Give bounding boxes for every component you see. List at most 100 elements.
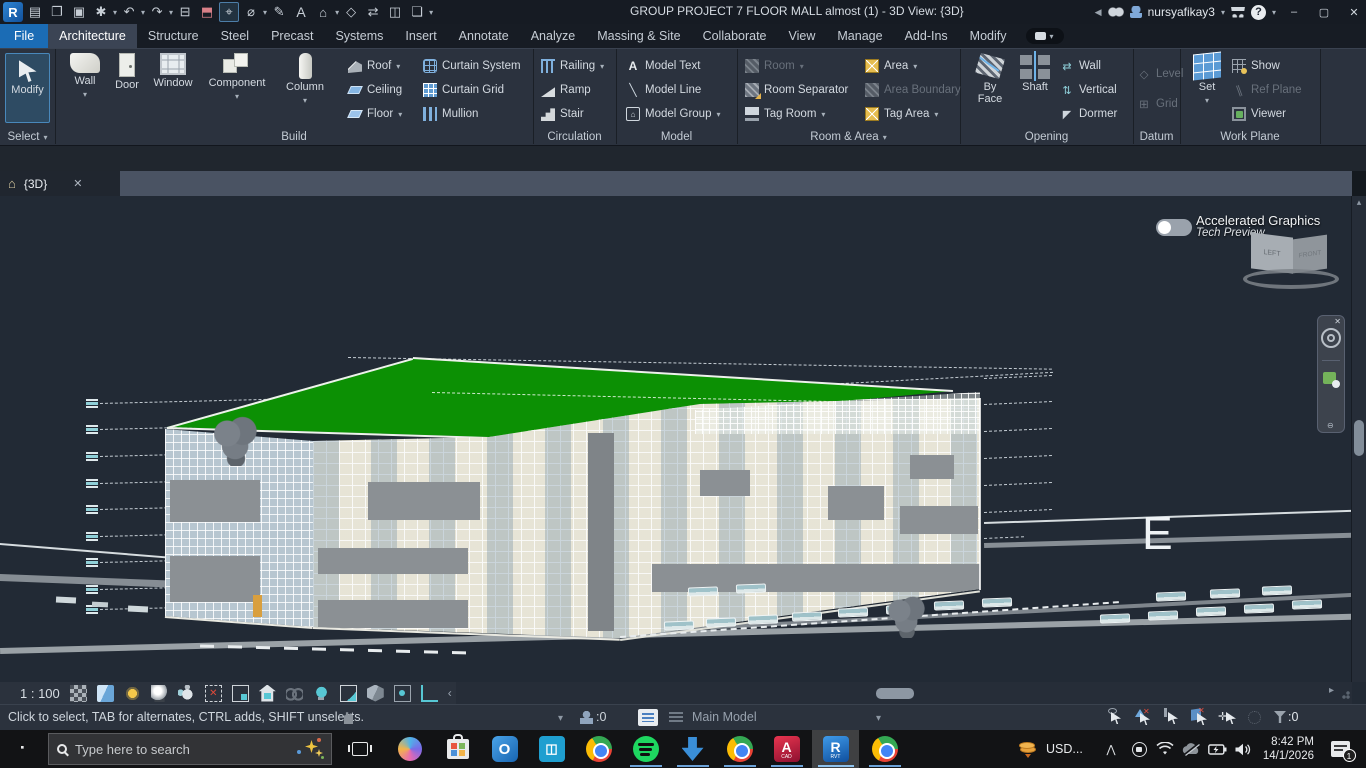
tab-structure[interactable]: Structure (137, 24, 210, 48)
download-manager-button[interactable] (669, 730, 716, 768)
by-face-button[interactable]: By Face (970, 53, 1010, 105)
tab-file[interactable]: File (0, 24, 48, 48)
revit-logo-icon[interactable]: R (3, 2, 23, 22)
worksets-icon[interactable] (638, 709, 658, 726)
drawing-area[interactable]: E Accelerated Graphics Tech Preview LEFT… (0, 196, 1366, 682)
tag-room-button[interactable]: Tag Room▾ (745, 103, 825, 125)
tab-systems[interactable]: Systems (324, 24, 394, 48)
locked-view-icon[interactable] (259, 685, 276, 702)
wall-opening-button[interactable]: ⇄Wall (1060, 55, 1101, 77)
car[interactable] (1196, 606, 1226, 616)
clock[interactable]: 8:42 PM 14/1/2026 (1256, 735, 1314, 763)
reveal-hidden-icon[interactable] (313, 685, 330, 702)
car[interactable] (1292, 599, 1322, 609)
measure-icon[interactable]: ⌖ (219, 2, 239, 22)
topo-line[interactable] (984, 509, 1366, 524)
level-line[interactable] (984, 536, 1024, 539)
default-3d-view-icon[interactable]: ⌂ (313, 2, 333, 22)
mullion-button[interactable]: Mullion (423, 103, 478, 125)
reveal-constraints-icon[interactable] (421, 685, 438, 702)
chrome-button-3[interactable] (861, 730, 908, 768)
tab-massing-site[interactable]: Massing & Site (586, 24, 691, 48)
print-icon[interactable]: ⊟ (175, 2, 195, 22)
dimension-icon[interactable]: ⌀ (241, 2, 261, 22)
open-icon[interactable]: ❐ (47, 2, 67, 22)
zoom-icon[interactable] (1323, 372, 1336, 384)
component-button[interactable]: Component▾ (205, 53, 269, 103)
level-line[interactable] (984, 509, 1052, 513)
room-separator-button[interactable]: Room Separator (745, 79, 848, 101)
start-button[interactable] (0, 730, 48, 768)
home-icon[interactable]: ⌂ (8, 176, 16, 191)
panel-label-select[interactable]: Select▾ (0, 128, 55, 146)
export-pdf-icon[interactable]: ⬒ (197, 2, 217, 22)
cart-icon[interactable] (1231, 7, 1245, 18)
minimize-button[interactable]: – (1282, 1, 1306, 23)
car[interactable] (792, 611, 822, 621)
grid-button[interactable]: ⊞Grid (1137, 93, 1178, 115)
temp-view-properties-icon[interactable] (340, 685, 357, 702)
ceiling-button[interactable]: Ceiling (348, 79, 402, 101)
detail-level-icon[interactable] (70, 685, 87, 702)
room-button[interactable]: Room▾ (745, 55, 804, 77)
horizontal-scrollbar[interactable]: ▸ (456, 682, 1352, 704)
panel-label-build[interactable]: Build (55, 128, 533, 146)
crop-region-icon[interactable] (232, 685, 249, 702)
viewcube-left-face[interactable]: LEFT (1251, 232, 1293, 273)
horizontal-scroll-thumb[interactable] (876, 688, 914, 699)
car[interactable] (1210, 588, 1240, 598)
section-icon[interactable]: ◇ (341, 2, 361, 22)
model-text-button[interactable]: AModel Text (626, 55, 700, 77)
level-head-icon[interactable] (86, 399, 98, 408)
toolbox-app-button[interactable]: ◫ (528, 730, 575, 768)
car[interactable] (664, 620, 694, 630)
sync-icon[interactable]: ✱ (91, 2, 111, 22)
stair-button[interactable]: Stair (541, 103, 584, 125)
tab-modify[interactable]: Modify (959, 24, 1018, 48)
tag-area-button[interactable]: Tag Area▾ (865, 103, 938, 125)
user-caret-icon[interactable]: ▾ (1221, 8, 1225, 17)
level-head-icon[interactable] (86, 479, 98, 488)
accelerated-graphics-toggle[interactable] (1156, 219, 1192, 236)
copilot-button[interactable] (386, 730, 433, 768)
save-icon[interactable]: ▣ (69, 2, 89, 22)
workset-caret-icon[interactable]: ▾ (558, 713, 563, 724)
visual-style-icon[interactable] (97, 685, 114, 702)
revit-button-active[interactable]: RRVT (812, 730, 859, 768)
tab-annotate[interactable]: Annotate (448, 24, 520, 48)
chrome-button[interactable] (575, 730, 622, 768)
vertical-scroll-thumb[interactable] (1354, 420, 1364, 456)
store-button[interactable] (434, 730, 481, 768)
spotify-button[interactable] (622, 730, 669, 768)
hide-isolate-icon[interactable] (286, 685, 303, 702)
car[interactable] (1148, 610, 1178, 620)
window-button[interactable]: Window (147, 53, 199, 89)
displacement-icon[interactable] (394, 685, 411, 702)
help-icon[interactable]: ? (1251, 5, 1266, 20)
autocad-button[interactable]: ACAD (763, 730, 810, 768)
redo-caret-icon[interactable]: ▾ (169, 8, 173, 17)
viewer-button[interactable]: Viewer (1232, 103, 1286, 125)
curtain-grid-button[interactable]: Curtain Grid (423, 79, 504, 101)
view-tab-3d[interactable]: ⌂ {3D} ✕ (0, 171, 120, 196)
topo-line[interactable] (0, 543, 165, 558)
sun-path-icon[interactable] (124, 685, 141, 702)
user-avatar-icon[interactable] (1130, 6, 1142, 18)
battery-icon[interactable] (1204, 730, 1230, 768)
tray-currency-label[interactable]: USD... (1046, 742, 1083, 756)
tile-views-icon[interactable]: ❏ (407, 2, 427, 22)
collapse-search-icon[interactable]: ◀ (1095, 7, 1102, 18)
search-icon[interactable] (1108, 6, 1124, 18)
redo-icon[interactable]: ↷ (147, 2, 167, 22)
undo-icon[interactable]: ↶ (119, 2, 139, 22)
car[interactable] (748, 614, 778, 624)
sync-caret-icon[interactable]: ▾ (113, 8, 117, 17)
area-button[interactable]: Area▾ (865, 55, 917, 77)
close-view-icon[interactable]: ✕ (73, 177, 82, 190)
vertical-scrollbar[interactable]: ▴ (1351, 196, 1366, 682)
resize-grip[interactable] (1340, 691, 1350, 701)
level-line[interactable] (984, 482, 1052, 486)
viewcube[interactable]: LEFT FRONT (1243, 231, 1343, 291)
road-band[interactable] (984, 532, 1366, 548)
tab-insert[interactable]: Insert (394, 24, 447, 48)
